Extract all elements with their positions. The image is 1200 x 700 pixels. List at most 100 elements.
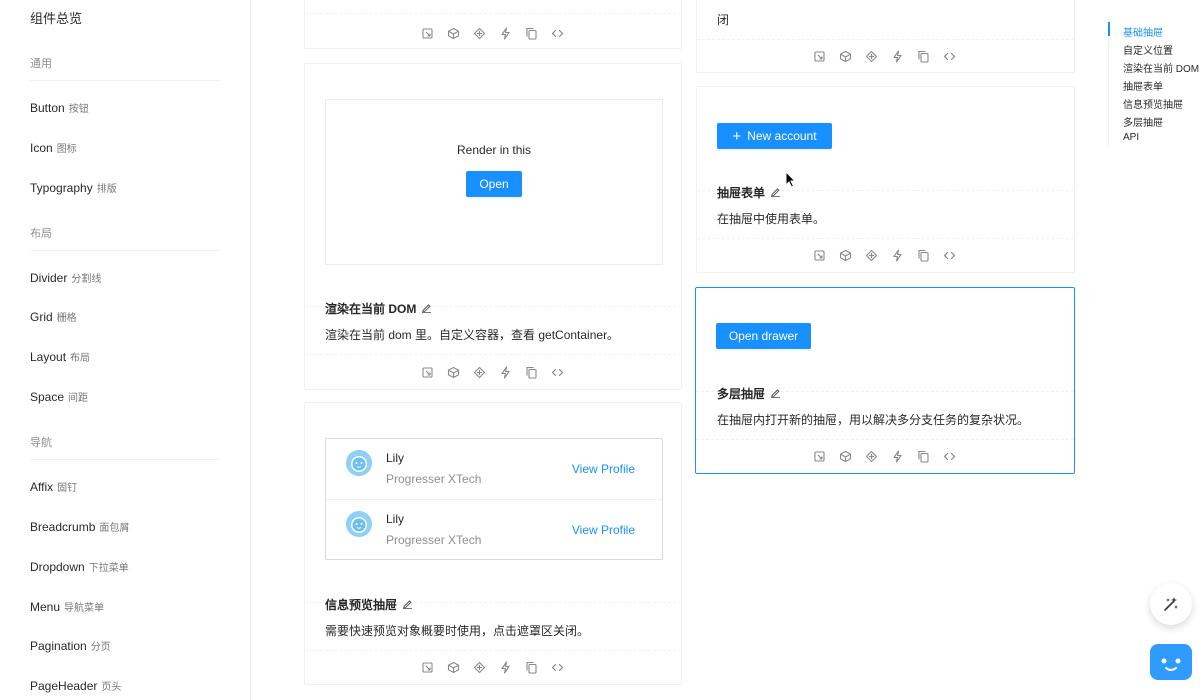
- sidebar-item-menu[interactable]: Menu 导航菜单: [30, 599, 104, 614]
- copy-icon[interactable]: [525, 27, 538, 40]
- codesandbox-icon[interactable]: [813, 50, 826, 63]
- sidebar-item-label: Affix: [30, 480, 54, 494]
- codesandbox-icon[interactable]: [813, 450, 826, 463]
- edit-icon[interactable]: [770, 186, 781, 200]
- new-account-label: New account: [747, 129, 817, 143]
- copy-icon[interactable]: [917, 249, 930, 262]
- sidebar-item-label: Breadcrumb: [30, 520, 96, 534]
- avatar: [346, 511, 372, 537]
- list-item-name: Lily: [386, 451, 405, 465]
- user-avatar-image: [346, 450, 372, 476]
- demo-title: 信息预览抽屉: [325, 596, 413, 613]
- sidebar-item-space[interactable]: Space 间距: [30, 389, 88, 404]
- copy-icon[interactable]: [525, 661, 538, 674]
- code-icon[interactable]: [551, 366, 564, 379]
- anchor-link-render-dom[interactable]: 渲染在当前 DOM: [1123, 60, 1199, 75]
- code-actions: [421, 661, 564, 674]
- sidebar-item-divider[interactable]: Divider 分割线: [30, 270, 101, 285]
- open-drawer-button[interactable]: Open drawer: [716, 323, 811, 349]
- lightning-icon[interactable]: [891, 249, 904, 262]
- code-icon[interactable]: [551, 661, 564, 674]
- edit-icon[interactable]: [770, 387, 781, 401]
- code-icon[interactable]: [943, 249, 956, 262]
- sidebar-item-dropdown[interactable]: Dropdown 下拉菜单: [30, 559, 129, 574]
- code-actions: [813, 249, 956, 262]
- sidebar-item-pageheader[interactable]: PageHeader 页头: [30, 678, 121, 693]
- stackblitz-icon[interactable]: [865, 249, 878, 262]
- edit-icon[interactable]: [421, 302, 432, 316]
- codesandbox-icon[interactable]: [813, 249, 826, 262]
- lightning-icon[interactable]: [499, 27, 512, 40]
- chatbot-icon[interactable]: [1150, 644, 1192, 680]
- copy-icon[interactable]: [917, 50, 930, 63]
- divider: [697, 238, 1074, 239]
- anchor-link-multi[interactable]: 多层抽屉: [1123, 114, 1163, 129]
- sidebar-item-pagination[interactable]: Pagination 分页: [30, 638, 111, 653]
- demo-title: 多层抽屉: [717, 385, 781, 402]
- demo-card-partial-right: 闭: [696, 0, 1075, 73]
- render-text: Render in this: [457, 143, 532, 157]
- user-avatar-image: [346, 511, 372, 537]
- lightning-icon[interactable]: [891, 450, 904, 463]
- new-account-button[interactable]: + New account: [717, 123, 832, 149]
- sidebar-item-label: Menu: [30, 600, 61, 614]
- anchor-link-placement[interactable]: 自定义位置: [1123, 42, 1173, 57]
- stackblitz-icon[interactable]: [865, 450, 878, 463]
- divider: [305, 354, 681, 355]
- sidebar-item-layout[interactable]: Layout 布局: [30, 349, 90, 364]
- stackblitz-icon[interactable]: [473, 27, 486, 40]
- copy-icon[interactable]: [525, 366, 538, 379]
- codepen-icon[interactable]: [447, 366, 460, 379]
- stackblitz-icon[interactable]: [473, 366, 486, 379]
- sidebar-item-sublabel: 固钉: [57, 483, 78, 494]
- sidebar-item-sublabel: 栅格: [56, 313, 77, 324]
- demo-card-render-dom: Render in this Open 渲染在当前 DOM 渲染在当前 dom …: [304, 63, 682, 390]
- divider: [697, 39, 1074, 40]
- sidebar-group-layout: 布局: [30, 228, 52, 240]
- sidebar-item-breadcrumb[interactable]: Breadcrumb 面包屑: [30, 519, 129, 534]
- pencil-icon: [403, 599, 413, 609]
- codesandbox-icon[interactable]: [421, 366, 434, 379]
- open-button[interactable]: Open: [466, 171, 522, 197]
- demo-title-text: 抽屉表单: [717, 186, 766, 200]
- render-container: Render in this Open: [325, 99, 663, 265]
- sidebar-item-label: Divider: [30, 271, 68, 285]
- view-profile-link[interactable]: View Profile: [572, 523, 635, 537]
- sidebar-title[interactable]: 组件总览: [30, 8, 82, 27]
- copy-icon[interactable]: [917, 450, 930, 463]
- sidebar-item-affix[interactable]: Affix 固钉: [30, 479, 77, 494]
- codepen-icon[interactable]: [447, 27, 460, 40]
- sidebar-item-typography[interactable]: Typography 排版: [30, 180, 117, 195]
- codepen-icon[interactable]: [447, 661, 460, 674]
- float-action-button[interactable]: [1150, 583, 1192, 625]
- sidebar-item-button[interactable]: Button 按钮: [30, 100, 89, 115]
- edit-icon[interactable]: [402, 598, 413, 612]
- lightning-icon[interactable]: [499, 661, 512, 674]
- anchor-link-info[interactable]: 信息预览抽屉: [1123, 96, 1183, 111]
- stackblitz-icon[interactable]: [865, 50, 878, 63]
- sidebar-item-grid[interactable]: Grid 栅格: [30, 309, 77, 324]
- sidebar-item-icon[interactable]: Icon 图标: [30, 140, 77, 155]
- demo-card-info-preview: Lily Progresser XTech View Profile Lily …: [304, 402, 682, 685]
- codesandbox-icon[interactable]: [421, 661, 434, 674]
- code-icon[interactable]: [943, 50, 956, 63]
- codepen-icon[interactable]: [839, 450, 852, 463]
- avatar: [346, 450, 372, 476]
- lightning-icon[interactable]: [891, 50, 904, 63]
- lightning-icon[interactable]: [499, 366, 512, 379]
- sidebar-divider: [30, 459, 220, 460]
- view-profile-link[interactable]: View Profile: [572, 462, 635, 476]
- demo-card-multi-drawer: Open drawer 多层抽屉 在抽屉内打开新的抽屉，用以解决多分支任务的复杂…: [695, 287, 1075, 474]
- sidebar-group-general: 通用: [30, 58, 52, 70]
- anchor-link-basic[interactable]: 基础抽屉: [1123, 24, 1163, 39]
- codepen-icon[interactable]: [839, 50, 852, 63]
- code-icon[interactable]: [551, 27, 564, 40]
- codesandbox-icon[interactable]: [421, 27, 434, 40]
- stackblitz-icon[interactable]: [473, 661, 486, 674]
- demo-desc: 需要快速预览对象概要时使用，点击遮罩区关闭。: [325, 624, 590, 638]
- code-icon[interactable]: [943, 450, 956, 463]
- anchor-link-form[interactable]: 抽屉表单: [1123, 78, 1163, 93]
- demo-card-drawer-form: + New account 抽屉表单 在抽屉中使用表单。: [696, 86, 1075, 273]
- anchor-link-api[interactable]: API: [1123, 132, 1139, 143]
- codepen-icon[interactable]: [839, 249, 852, 262]
